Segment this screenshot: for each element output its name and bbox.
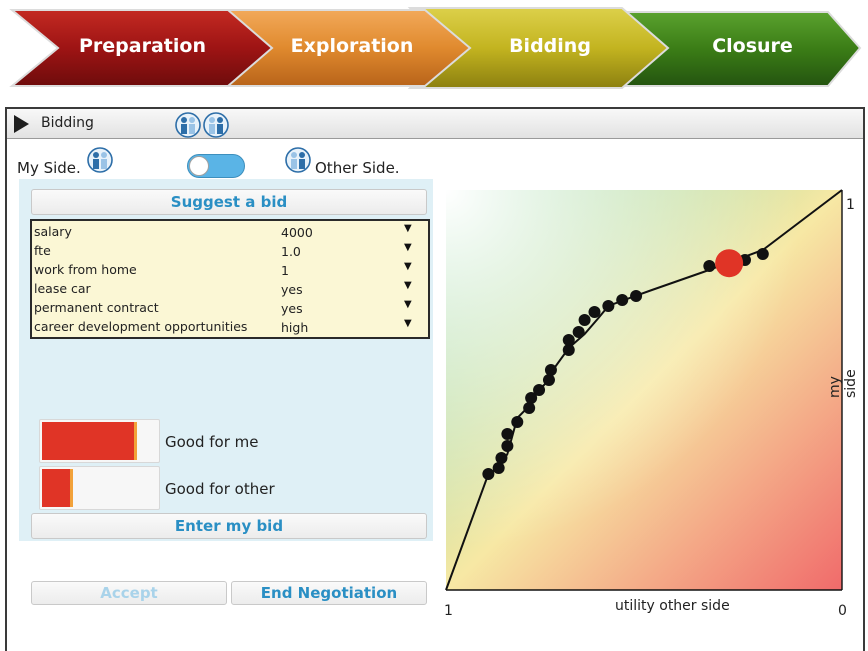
other-side-label: Other Side. <box>315 159 400 177</box>
bid-point[interactable] <box>511 416 524 428</box>
plot-background-fade <box>446 190 842 590</box>
dropdown-arrow-icon[interactable]: ▼ <box>404 242 412 253</box>
good-for-other-fill <box>42 469 73 507</box>
enter-bid-button[interactable]: Enter my bid <box>31 513 427 539</box>
issue-name: career development opportunities <box>34 319 248 334</box>
good-for-other-meter <box>39 466 160 510</box>
bid-point[interactable] <box>588 306 601 318</box>
issue-row[interactable]: salary 4000 ▼ <box>34 222 426 241</box>
x-axis-label: utility other side <box>615 598 730 614</box>
bid-point[interactable] <box>533 384 546 396</box>
stage-label-preparation: Preparation <box>79 35 206 57</box>
issue-name: salary <box>34 224 72 239</box>
bid-point[interactable] <box>756 248 769 260</box>
issue-name: lease car <box>34 281 91 296</box>
both-sides-icons <box>175 112 235 138</box>
panel-title: Bidding <box>41 115 94 131</box>
bid-point[interactable] <box>572 326 585 338</box>
issue-value: 1.0 <box>281 244 301 259</box>
bid-point[interactable] <box>616 294 629 306</box>
utility-chart: 1 0 utility other side 1 my side <box>440 185 860 625</box>
stage-label-closure: Closure <box>712 35 793 57</box>
end-negotiation-button[interactable]: End Negotiation <box>231 581 427 605</box>
stage-label-exploration: Exploration <box>290 35 414 57</box>
bid-point[interactable] <box>602 300 615 312</box>
bid-point[interactable] <box>542 374 555 386</box>
issue-row[interactable]: lease car yes ▼ <box>34 279 426 298</box>
issue-table: salary 4000 ▼ fte 1.0 ▼ work from home 1… <box>30 219 430 339</box>
accept-button[interactable]: Accept <box>31 581 227 605</box>
dropdown-arrow-icon[interactable]: ▼ <box>404 223 412 234</box>
issue-value: 4000 <box>281 225 313 240</box>
other-side-icon <box>285 147 311 173</box>
issue-row[interactable]: fte 1.0 ▼ <box>34 241 426 260</box>
bid-point[interactable] <box>544 364 557 376</box>
bid-point[interactable] <box>562 334 575 346</box>
my-side-icon <box>87 147 113 173</box>
issue-row[interactable]: permanent contract yes ▼ <box>34 298 426 317</box>
issue-name: permanent contract <box>34 300 159 315</box>
issue-name: fte <box>34 243 51 258</box>
current-bid-point[interactable] <box>715 249 744 278</box>
issue-value: yes <box>281 301 303 316</box>
utility-plot <box>445 189 843 591</box>
bid-point[interactable] <box>523 402 536 414</box>
issue-row[interactable]: work from home 1 ▼ <box>34 260 426 279</box>
good-for-me-fill <box>42 422 137 460</box>
issue-value: yes <box>281 282 303 297</box>
good-for-me-meter <box>39 419 160 463</box>
dropdown-arrow-icon[interactable]: ▼ <box>404 280 412 291</box>
dropdown-arrow-icon[interactable]: ▼ <box>404 318 412 329</box>
negotiation-stages: Preparation Exploration Bidding Closure <box>0 0 868 100</box>
bid-point[interactable] <box>482 468 495 480</box>
side-toggle[interactable] <box>187 154 245 178</box>
stage-label-bidding: Bidding <box>509 35 591 57</box>
my-side-label: My Side. <box>17 159 81 177</box>
issue-name: work from home <box>34 262 137 277</box>
suggest-bid-button[interactable]: Suggest a bid <box>31 189 427 215</box>
x-tick-right: 0 <box>838 603 847 619</box>
y-tick-top: 1 <box>846 197 855 213</box>
good-for-other-label: Good for other <box>165 480 275 498</box>
dropdown-arrow-icon[interactable]: ▼ <box>404 299 412 310</box>
bid-point[interactable] <box>578 314 591 326</box>
good-for-me-label: Good for me <box>165 433 259 451</box>
bid-point[interactable] <box>630 290 643 302</box>
panel-header: Bidding <box>7 109 863 139</box>
dropdown-arrow-icon[interactable]: ▼ <box>404 261 412 272</box>
bid-point[interactable] <box>495 452 508 464</box>
bid-point[interactable] <box>501 440 514 452</box>
toggle-knob <box>189 156 209 176</box>
bid-pane: Suggest a bid salary 4000 ▼ fte 1.0 ▼ wo… <box>19 179 433 541</box>
issue-value: 1 <box>281 263 289 278</box>
collapse-triangle-icon[interactable] <box>14 115 29 133</box>
bid-point[interactable] <box>501 428 514 440</box>
y-axis-label: my side <box>827 369 859 398</box>
issue-row[interactable]: career development opportunities high ▼ <box>34 317 426 336</box>
x-tick-left: 1 <box>444 603 453 619</box>
bid-point[interactable] <box>703 260 716 272</box>
person-info-icon[interactable] <box>175 112 201 138</box>
issue-value: high <box>281 320 309 335</box>
person-info-icon[interactable] <box>203 112 229 138</box>
